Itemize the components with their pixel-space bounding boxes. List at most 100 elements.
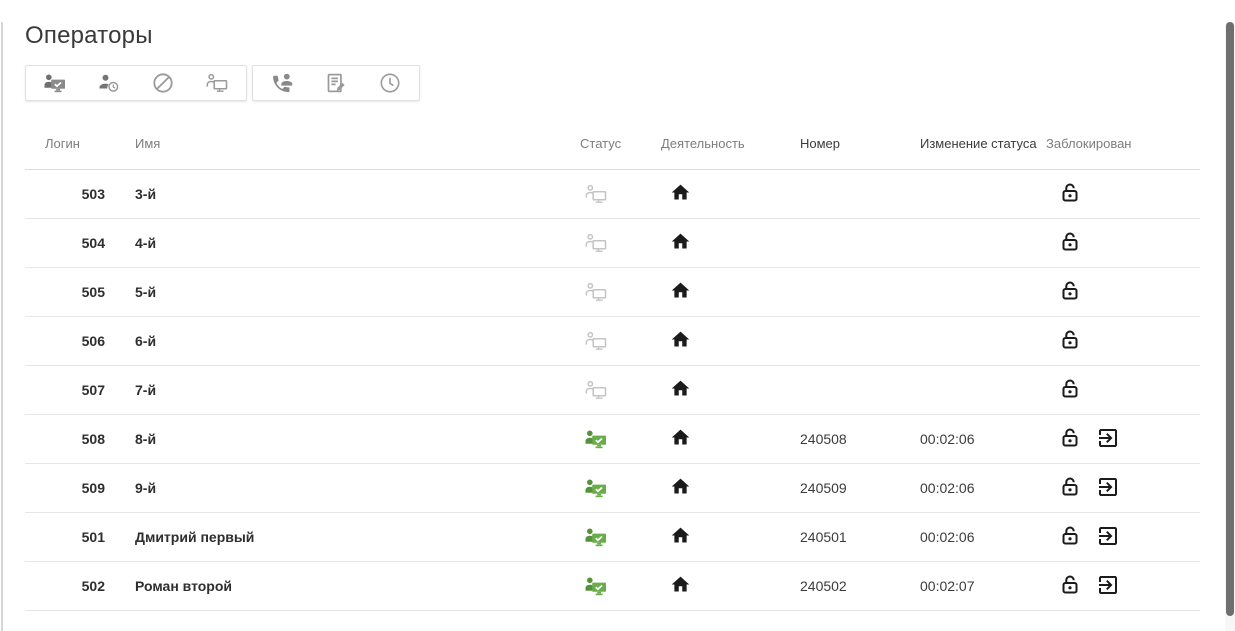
login-cell: 501 [81,529,105,545]
lock-button[interactable] [1058,230,1082,257]
lock-open-icon [1058,279,1082,306]
logout-button[interactable] [1096,426,1120,453]
toolbar-actions-group [252,65,420,101]
name-cell: 4-й [135,235,157,251]
set-status-away-button[interactable] [82,67,136,99]
scrollbar-thumb[interactable] [1226,22,1234,616]
logout-icon [1096,524,1120,551]
set-status-ready-button[interactable] [28,67,82,99]
logout-button[interactable] [1096,475,1120,502]
clock-icon [378,71,402,95]
column-header-login: Логин [45,135,80,151]
toolbar [25,65,1235,101]
page-title: Операторы [25,22,153,49]
column-header-name: Имя [135,135,161,151]
table-row[interactable]: 504 4-й [25,219,1200,268]
edit-document-icon [324,71,348,95]
set-status-dnd-button[interactable] [136,67,190,99]
operator-offline-icon [580,182,612,206]
home-icon [670,280,691,304]
table-row[interactable]: 508 8-й 240508 00:02:06 [25,415,1200,464]
phone-person-icon [270,71,294,95]
operator-offline-icon [204,71,230,95]
home-icon [670,329,691,353]
table-row[interactable]: 503 3-й [25,170,1200,219]
name-cell: 3-й [135,186,157,202]
status-history-button[interactable] [363,67,417,99]
lock-open-icon [1058,475,1082,502]
operator-offline-icon [580,280,612,304]
home-icon [670,574,691,598]
logout-icon [1096,475,1120,502]
logout-icon [1096,573,1120,600]
set-status-offline-button[interactable] [190,67,244,99]
login-cell: 505 [81,284,105,300]
lock-button[interactable] [1058,475,1082,502]
login-cell: 506 [81,333,105,349]
table-row[interactable]: 505 5-й [25,268,1200,317]
status-change-cell: 00:02:06 [920,431,975,447]
vertical-scrollbar[interactable] [1225,22,1235,631]
login-cell: 509 [81,480,105,496]
lock-button[interactable] [1058,573,1082,600]
lock-button[interactable] [1058,328,1082,355]
status-change-cell: 00:02:06 [920,529,975,545]
home-icon [670,378,691,402]
home-icon [670,427,691,451]
home-icon [670,476,691,500]
logout-icon [1096,426,1120,453]
table-row[interactable]: 506 6-й [25,317,1200,366]
name-cell: Роман второй [135,578,233,594]
table-row[interactable]: 502 Роман второй 240502 00:02:07 [25,562,1200,611]
lock-open-icon [1058,573,1082,600]
block-icon [151,71,175,95]
name-cell: 5-й [135,284,157,300]
column-header-number: Номер [800,135,841,151]
lock-open-icon [1058,181,1082,208]
table-row[interactable]: 509 9-й 240509 00:02:06 [25,464,1200,513]
login-cell: 508 [81,431,105,447]
table-header-row: Логин Имя Статус Деятельность Номер Изме… [25,117,1200,170]
status-change-cell: 00:02:07 [920,578,975,594]
status-change-cell: 00:02:06 [920,480,975,496]
call-operator-button[interactable] [255,67,309,99]
lock-button[interactable] [1058,524,1082,551]
home-icon [670,525,691,549]
home-icon [670,182,691,206]
logout-button[interactable] [1096,524,1120,551]
lock-button[interactable] [1058,426,1082,453]
lock-button[interactable] [1058,181,1082,208]
table-row[interactable]: 507 7-й [25,366,1200,415]
table-row[interactable]: 501 Дмитрий первый 240501 00:02:06 [25,513,1200,562]
name-cell: 9-й [135,480,157,496]
login-cell: 507 [81,382,105,398]
login-cell: 504 [81,235,105,251]
lock-open-icon [1058,524,1082,551]
logout-button[interactable] [1096,573,1120,600]
operator-offline-icon [580,329,612,353]
lock-button[interactable] [1058,377,1082,404]
name-cell: 7-й [135,382,157,398]
lock-open-icon [1058,230,1082,257]
operator-offline-icon [580,231,612,255]
number-cell: 240509 [800,480,847,496]
operator-online-icon [580,427,612,451]
login-cell: 503 [81,186,105,202]
column-header-activity: Деятельность [661,135,745,151]
operators-page: Операторы Логин Имя Статус Деятельность … [0,22,1235,611]
number-cell: 240508 [800,431,847,447]
name-cell: 6-й [135,333,157,349]
window-left-border [1,22,3,631]
operator-offline-icon [580,378,612,402]
lock-button[interactable] [1058,279,1082,306]
login-cell: 502 [81,578,105,594]
number-cell: 240502 [800,578,847,594]
lock-open-icon [1058,328,1082,355]
operators-table: Логин Имя Статус Деятельность Номер Изме… [25,117,1200,611]
column-header-status-change: Изменение статуса [920,135,1037,151]
name-cell: 8-й [135,431,157,447]
table-body: 503 3-й 504 4-й 505 5-й 506 6-й 507 7-й … [25,170,1200,611]
operator-clock-icon [97,71,121,95]
lock-open-icon [1058,377,1082,404]
edit-operator-button[interactable] [309,67,363,99]
